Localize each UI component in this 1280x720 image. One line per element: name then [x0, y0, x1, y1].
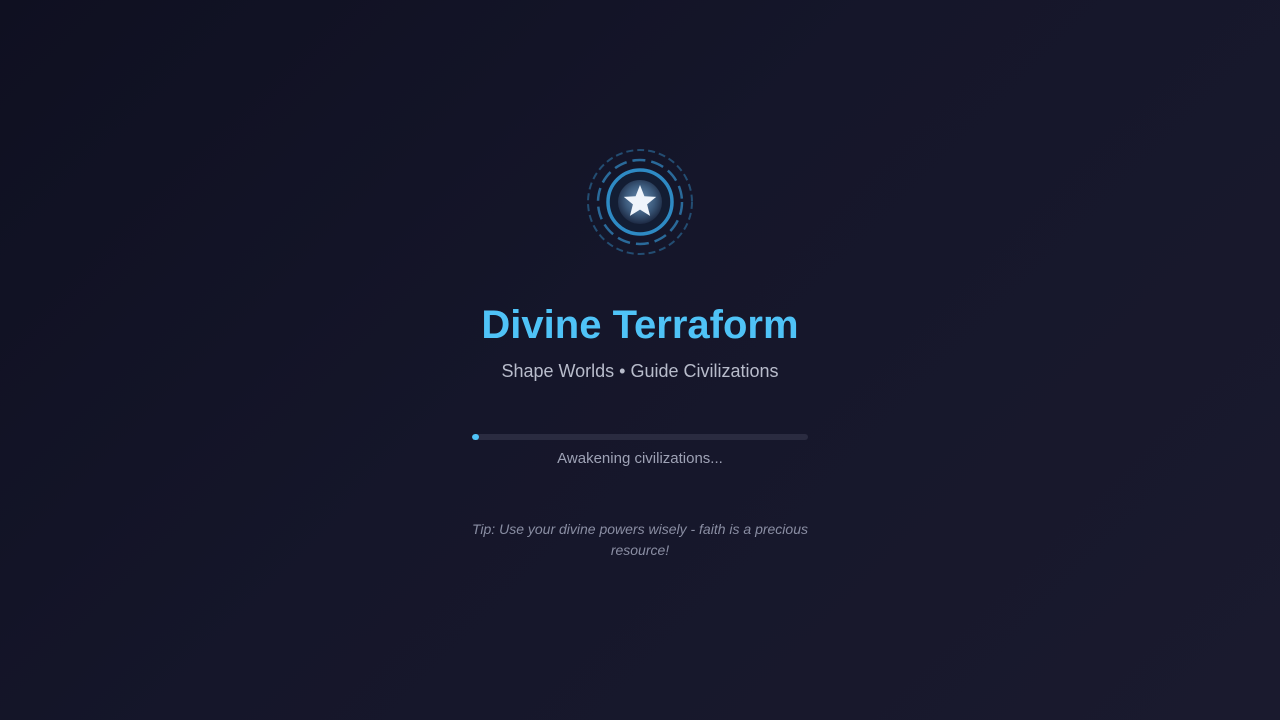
emblem	[587, 149, 693, 255]
game-subtitle: Shape Worlds • Guide Civilizations	[501, 361, 779, 381]
loading-progress-fill	[472, 434, 479, 440]
loading-progress-bar	[472, 434, 808, 440]
loading-tip: Tip: Use your divine powers wisely - fai…	[471, 521, 808, 558]
game-title: Divine Terraform	[481, 303, 799, 347]
loading-status-text: Awakening civilizations...	[557, 450, 723, 467]
loading-screen: Divine Terraform Shape Worlds • Guide Ci…	[0, 0, 1280, 720]
